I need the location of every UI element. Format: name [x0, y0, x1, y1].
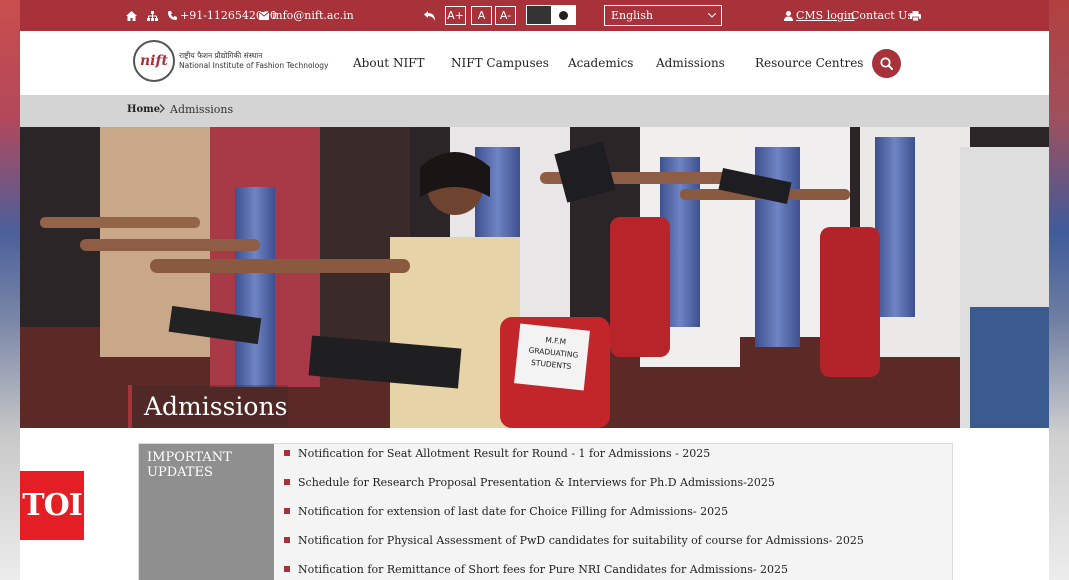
- dark-mode-swatch: [527, 6, 551, 24]
- bullet-icon: [284, 508, 290, 514]
- page-title: Admissions: [144, 392, 288, 421]
- home-icon[interactable]: [126, 0, 137, 31]
- font-decrease-button[interactable]: A-: [495, 6, 516, 25]
- font-normal-button[interactable]: A: [471, 6, 492, 25]
- utility-bar: +91-1126542000 info@nift.ac.in A+ A A- E…: [20, 0, 1049, 31]
- nav-academics[interactable]: Academics: [568, 31, 633, 95]
- update-item-text: Schedule for Research Proposal Presentat…: [298, 475, 775, 489]
- toi-watermark-logo: TOI: [20, 471, 84, 540]
- light-mode-swatch: [551, 6, 575, 24]
- user-icon: [784, 10, 793, 21]
- nift-logo-emblem: nift: [133, 40, 175, 82]
- update-item[interactable]: Notification for Seat Allotment Result f…: [284, 445, 710, 461]
- update-item-text: Notification for Physical Assessment of …: [298, 533, 864, 547]
- chevron-right-icon: [159, 103, 165, 116]
- search-icon: [880, 57, 893, 70]
- cms-login-link[interactable]: CMS login: [784, 0, 855, 31]
- update-item-text: Notification for Seat Allotment Result f…: [298, 446, 711, 460]
- contact-us-link[interactable]: Contact Us: [851, 0, 913, 31]
- phone-icon: [168, 11, 177, 20]
- email-address: info@nift.ac.in: [272, 9, 354, 22]
- sitemap-icon[interactable]: [147, 0, 158, 31]
- print-icon[interactable]: [910, 0, 921, 31]
- update-item[interactable]: Notification for extension of last date …: [284, 503, 728, 519]
- bullet-icon: [284, 537, 290, 543]
- updates-heading: IMPORTANT UPDATES: [147, 450, 232, 480]
- left-backdrop: [0, 0, 20, 580]
- nav-nift-campuses[interactable]: NIFT Campuses: [451, 31, 549, 95]
- bullet-icon: [284, 479, 290, 485]
- language-selected: English: [611, 9, 653, 22]
- right-backdrop: [1049, 0, 1069, 580]
- nav-admissions[interactable]: Admissions: [656, 31, 725, 95]
- cms-login-label: CMS login: [796, 9, 855, 22]
- important-updates-panel: IMPORTANT UPDATES Notification for Seat …: [138, 443, 953, 580]
- page-frame: +91-1126542000 info@nift.ac.in A+ A A- E…: [20, 0, 1049, 580]
- breadcrumb: Home Admissions: [20, 95, 1049, 127]
- breadcrumb-current: Admissions: [170, 103, 234, 116]
- breadcrumb-home[interactable]: Home: [127, 104, 160, 115]
- update-item-text: Notification for Remittance of Short fee…: [298, 562, 789, 576]
- nav-about-nift[interactable]: About NIFT: [353, 31, 425, 95]
- update-item[interactable]: Notification for Physical Assessment of …: [284, 532, 864, 548]
- update-item[interactable]: Schedule for Research Proposal Presentat…: [284, 474, 775, 490]
- reset-icon[interactable]: [424, 0, 436, 31]
- nav-resource-centres[interactable]: Resource Centres: [755, 31, 863, 95]
- update-item[interactable]: Notification for Remittance of Short fee…: [284, 561, 788, 577]
- nift-logo[interactable]: nift राष्ट्रीय फैशन प्रौद्योगिकी संस्थान…: [133, 40, 328, 82]
- bullet-icon: [284, 450, 290, 456]
- hero-photo: M.F.M GRADUATING STUDENTS: [20, 127, 1049, 428]
- logo-hindi-name: राष्ट्रीय फैशन प्रौद्योगिकी संस्थान: [179, 51, 263, 60]
- email-link[interactable]: info@nift.ac.in: [259, 0, 354, 31]
- update-item-text: Notification for extension of last date …: [298, 504, 729, 518]
- main-header: nift राष्ट्रीय फैशन प्रौद्योगिकी संस्थान…: [20, 31, 1049, 95]
- logo-text: राष्ट्रीय फैशन प्रौद्योगिकी संस्थान Nati…: [179, 51, 328, 71]
- contrast-toggle[interactable]: [526, 5, 576, 25]
- font-increase-button[interactable]: A+: [445, 6, 466, 25]
- search-button[interactable]: [872, 49, 901, 78]
- toi-watermark-text: TOI: [22, 488, 82, 523]
- bullet-icon: [284, 566, 290, 572]
- envelope-icon: [259, 11, 269, 20]
- logo-english-name: National Institute of Fashion Technology: [179, 61, 329, 70]
- chevron-down-icon: [707, 11, 721, 21]
- hero-banner: M.F.M GRADUATING STUDENTS Admissions: [20, 127, 1049, 428]
- language-select[interactable]: English: [604, 5, 722, 26]
- updates-label-column: IMPORTANT UPDATES: [139, 444, 274, 580]
